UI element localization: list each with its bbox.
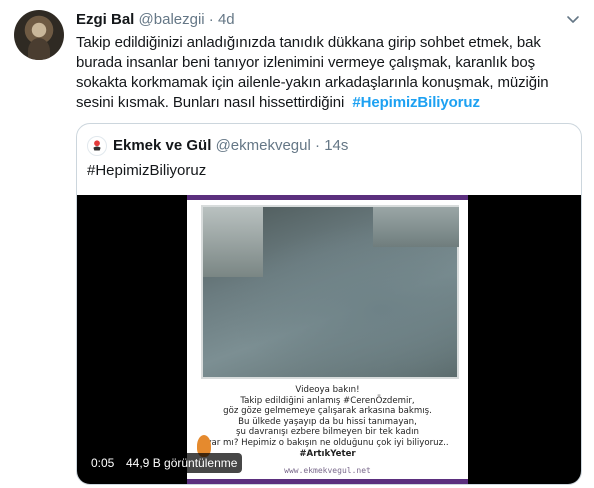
video-still [201, 205, 459, 379]
tweet-timestamp[interactable]: 4d [218, 11, 235, 28]
video-caption: Videoya bakın! Takip edildiğini anlamış … [187, 385, 468, 459]
caption-line: var mı? Hepimiz o bakışın ne olduğunu ço… [206, 437, 449, 448]
video-view-count: 44,9 B görüntülenme [121, 453, 243, 473]
quoted-header: Ekmek ve Gül @ekmekvegul · 14s [113, 137, 348, 154]
caption-line: Takip edildiğini anlamış #CerenÖzdemir, [240, 395, 415, 406]
frame-bottom-bar [187, 479, 468, 484]
video-frame: Videoya bakın! Takip edildiğini anlamış … [187, 195, 468, 484]
tweet-text-line: Takip edildiğinizi anladığınızda tanıdık… [76, 34, 541, 51]
tweet-text-line: sokakta korkmamak için ailenle-yakın ark… [76, 74, 549, 91]
separator: · [208, 11, 214, 28]
quoted-timestamp[interactable]: 14s [324, 137, 348, 154]
quoted-author-handle[interactable]: @ekmekvegul [216, 137, 311, 154]
frame-top-bar [187, 195, 468, 200]
separator: · [315, 137, 321, 154]
caption-line: göz göze gelmemeye çalışarak arkasına ba… [223, 406, 432, 417]
author-handle[interactable]: @balezgii [139, 11, 205, 28]
chevron-down-icon[interactable] [566, 12, 580, 26]
video-duration: 0:05 [86, 453, 120, 473]
tweet-text-segment: sesini kısmak. Bunları nasıl hissettirdi… [76, 94, 349, 111]
tweet[interactable]: Ezgi Bal @balezgii · 4d Takip edildiğini… [0, 0, 594, 488]
caption-line: Bu ülkede yaşayıp da bu hissi tanımayan, [238, 416, 417, 427]
video-player[interactable]: Videoya bakın! Takip edildiğini anlamış … [77, 195, 581, 484]
caption-line: şu davranışı ezbere bilmeyen bir tek kad… [236, 427, 419, 438]
rose-logo-icon [87, 136, 107, 156]
tweet-header: Ezgi Bal @balezgii · 4d [76, 11, 235, 28]
tweet-text: Takip edildiğinizi anladığınızda tanıdık… [76, 33, 581, 113]
quoted-author-name[interactable]: Ekmek ve Gül [113, 137, 211, 154]
quoted-tweet[interactable]: Ekmek ve Gül @ekmekvegul · 14s #HepimizB… [76, 123, 582, 485]
author-name[interactable]: Ezgi Bal [76, 11, 134, 28]
avatar[interactable] [14, 10, 64, 60]
hashtag-link[interactable]: #HepimizBiliyoruz [352, 94, 480, 111]
tweet-text-line: sesini kısmak. Bunları nasıl hissettirdi… [76, 93, 581, 113]
quoted-text: #HepimizBiliyoruz [87, 162, 207, 179]
caption-line: Videoya bakın! [295, 385, 360, 395]
tweet-text-line: burada insanlar beni tanıyor izlenimini … [76, 54, 536, 71]
